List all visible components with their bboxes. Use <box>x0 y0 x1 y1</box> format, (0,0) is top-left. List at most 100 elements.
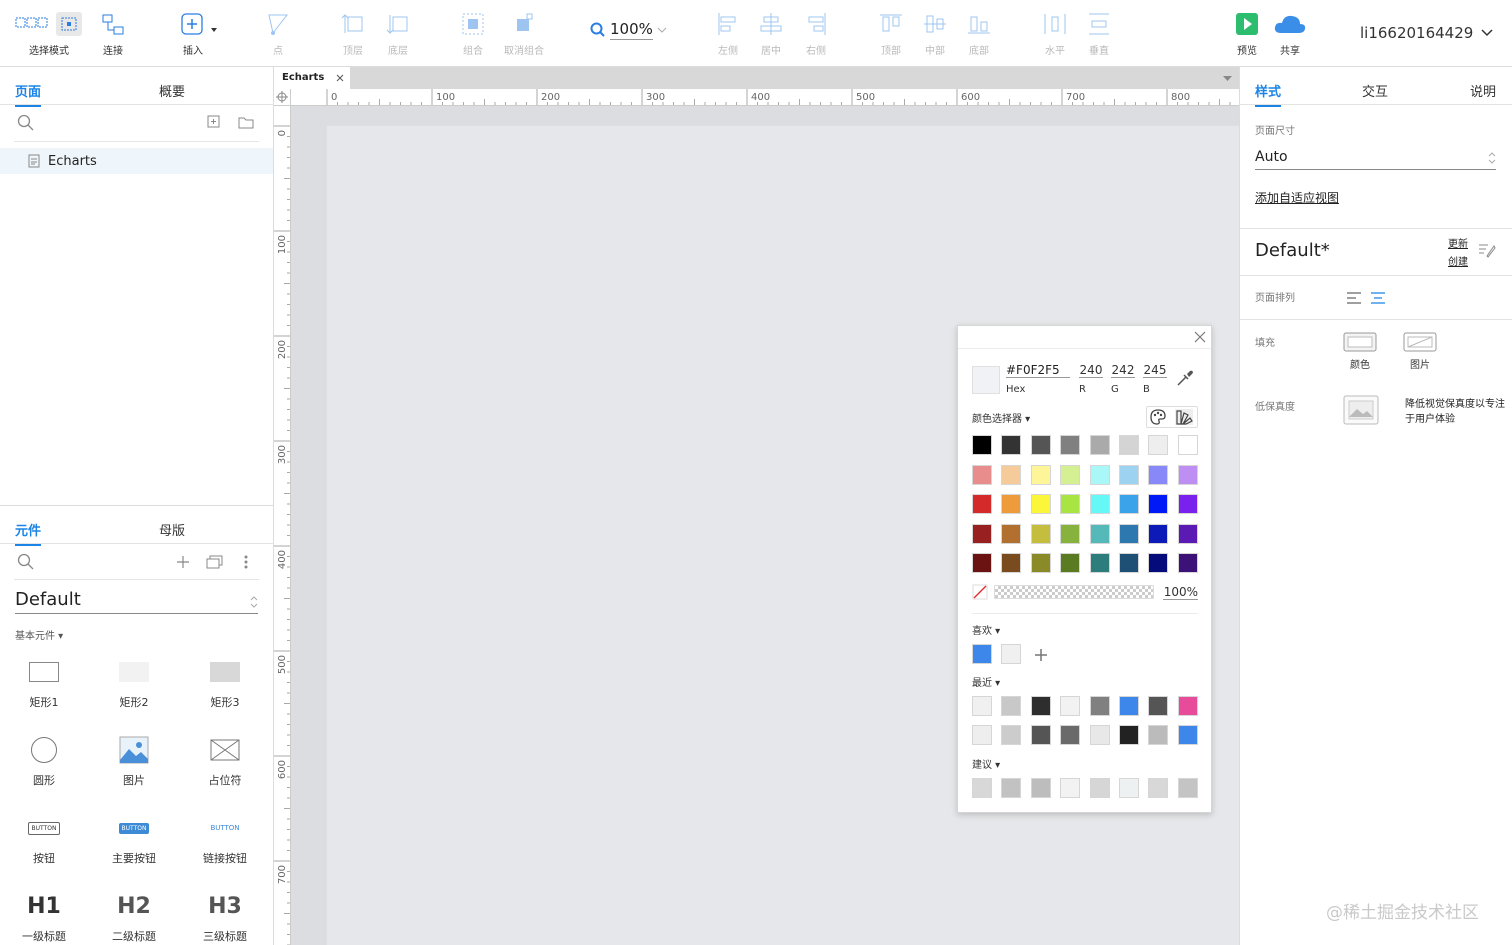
widget-image[interactable]: 图片 <box>99 728 169 788</box>
suggested-color-swatch[interactable] <box>972 778 992 798</box>
page-size-select[interactable]: Auto <box>1255 149 1496 170</box>
color-swatch[interactable] <box>1089 494 1110 514</box>
section-basic-widgets[interactable]: 基本元件 ▾ <box>15 627 63 642</box>
fill-color-button[interactable]: 颜色 <box>1342 331 1378 371</box>
tab-notes[interactable]: 说明 <box>1470 81 1496 100</box>
library-select[interactable]: Default <box>15 589 258 614</box>
color-swatch[interactable] <box>1148 523 1169 544</box>
widget-primary-button[interactable]: BUTTON 主要按钮 <box>99 806 169 866</box>
suggested-color-swatch[interactable] <box>1177 778 1198 798</box>
palette-icon[interactable] <box>1149 408 1167 426</box>
tab-pages[interactable]: 页面 <box>15 81 42 107</box>
recent-color-swatch[interactable] <box>1119 725 1139 745</box>
suggested-color-swatch[interactable] <box>1119 778 1139 798</box>
zoom-control[interactable]: 100% <box>590 20 667 40</box>
point-button[interactable]: 点 <box>265 6 291 57</box>
recent-color-swatch[interactable] <box>1001 696 1022 716</box>
more-vertical-icon[interactable] <box>243 554 249 570</box>
tab-outline[interactable]: 概要 <box>159 81 185 100</box>
suggested-color-swatch[interactable] <box>1001 778 1022 798</box>
recent-color-swatch[interactable] <box>1148 696 1169 716</box>
tab-list-chevron-icon[interactable] <box>1223 76 1232 82</box>
widget-rect1[interactable]: 矩形1 <box>9 650 79 710</box>
color-swatch[interactable] <box>1001 523 1022 544</box>
share-button[interactable]: 共享 <box>1273 6 1307 57</box>
favorite-color-swatch[interactable] <box>972 644 992 664</box>
close-icon[interactable] <box>336 74 344 82</box>
align-center-text-icon[interactable] <box>1370 292 1386 304</box>
widget-rect2[interactable]: 矩形2 <box>99 650 169 710</box>
preview-button[interactable]: 预览 <box>1235 6 1259 57</box>
opacity-input[interactable]: 100% <box>1163 585 1198 600</box>
recent-color-swatch[interactable] <box>1148 725 1169 745</box>
color-swatch[interactable] <box>1001 553 1022 573</box>
color-swatch[interactable] <box>1001 435 1022 455</box>
color-swatch[interactable] <box>1001 494 1022 514</box>
add-page-icon[interactable] <box>207 115 221 129</box>
color-swatch[interactable] <box>1119 523 1139 544</box>
color-swatch[interactable] <box>972 494 992 514</box>
color-swatch[interactable] <box>1060 464 1081 485</box>
eyedropper-icon[interactable] <box>1175 368 1195 388</box>
align-top-button[interactable]: 顶部 <box>878 6 904 57</box>
widget-button[interactable]: BUTTON 按钮 <box>9 806 79 866</box>
color-swatch[interactable] <box>1089 435 1110 455</box>
color-swatch[interactable] <box>1119 435 1139 455</box>
bottom-layer-button[interactable]: 底层 <box>385 6 411 57</box>
color-swatch[interactable] <box>1148 494 1169 514</box>
suggest-section[interactable]: 建议 ▾ <box>972 756 1000 771</box>
widget-rect3[interactable]: 矩形3 <box>190 650 260 710</box>
favorite-color-swatch[interactable] <box>1001 644 1022 664</box>
widget-h2[interactable]: H2 二级标题 <box>99 884 169 944</box>
low-fidelity-toggle-icon[interactable] <box>1343 395 1379 425</box>
widget-link-button[interactable]: BUTTON 链接按钮 <box>190 806 260 866</box>
color-swatch[interactable] <box>1148 435 1169 455</box>
color-swatch[interactable] <box>1148 553 1169 573</box>
tab-widgets[interactable]: 元件 <box>15 520 42 546</box>
color-swatch[interactable] <box>1060 435 1081 455</box>
opacity-slider[interactable] <box>994 585 1154 599</box>
color-swatch[interactable] <box>1177 435 1198 455</box>
color-swatch[interactable] <box>1060 523 1081 544</box>
color-swatch[interactable] <box>1060 494 1081 514</box>
connect-button[interactable]: 连接 <box>100 6 126 57</box>
align-center-button[interactable]: 居中 <box>758 6 784 57</box>
edit-style-icon[interactable] <box>1478 242 1496 258</box>
ruler-corner[interactable] <box>274 89 291 106</box>
color-swatch[interactable] <box>1119 464 1139 485</box>
align-left-text-icon[interactable] <box>1346 292 1362 304</box>
align-middle-button[interactable]: 中部 <box>922 6 948 57</box>
color-swatch[interactable] <box>1089 464 1110 485</box>
color-swatch[interactable] <box>972 553 992 573</box>
recent-color-swatch[interactable] <box>972 725 992 745</box>
color-swatch[interactable] <box>1001 464 1022 485</box>
widget-h1[interactable]: H1 一级标题 <box>9 884 79 944</box>
plus-icon[interactable] <box>176 555 190 569</box>
library-manage-icon[interactable] <box>206 555 224 569</box>
tab-style[interactable]: 样式 <box>1255 81 1282 107</box>
align-bottom-button[interactable]: 底部 <box>966 6 992 57</box>
color-swatch[interactable] <box>1089 553 1110 573</box>
color-swatch[interactable] <box>1119 494 1139 514</box>
blue-input[interactable]: 245 <box>1143 363 1167 378</box>
tab-interaction[interactable]: 交互 <box>1362 81 1388 100</box>
favorites-section[interactable]: 喜欢 ▾ <box>972 622 1000 637</box>
color-swatch[interactable] <box>1177 494 1198 514</box>
create-style-link[interactable]: 创建 <box>1448 253 1468 268</box>
distribute-vertical-button[interactable]: 垂直 <box>1086 6 1112 57</box>
color-swatch[interactable] <box>1030 523 1051 544</box>
color-swatch[interactable] <box>1177 523 1198 544</box>
recent-color-swatch[interactable] <box>972 696 992 716</box>
suggested-color-swatch[interactable] <box>1030 778 1051 798</box>
top-layer-button[interactable]: 顶层 <box>340 6 366 57</box>
fill-image-button[interactable]: 图片 <box>1402 331 1438 371</box>
recent-color-swatch[interactable] <box>1001 725 1022 745</box>
color-swatch[interactable] <box>972 464 992 485</box>
recent-color-swatch[interactable] <box>1089 696 1110 716</box>
recent-color-swatch[interactable] <box>1089 725 1110 745</box>
color-swatch[interactable] <box>1030 553 1051 573</box>
recent-color-swatch[interactable] <box>1060 696 1081 716</box>
recent-color-swatch[interactable] <box>1030 725 1051 745</box>
color-swatch[interactable] <box>1177 553 1198 573</box>
color-swatch[interactable] <box>1030 435 1051 455</box>
